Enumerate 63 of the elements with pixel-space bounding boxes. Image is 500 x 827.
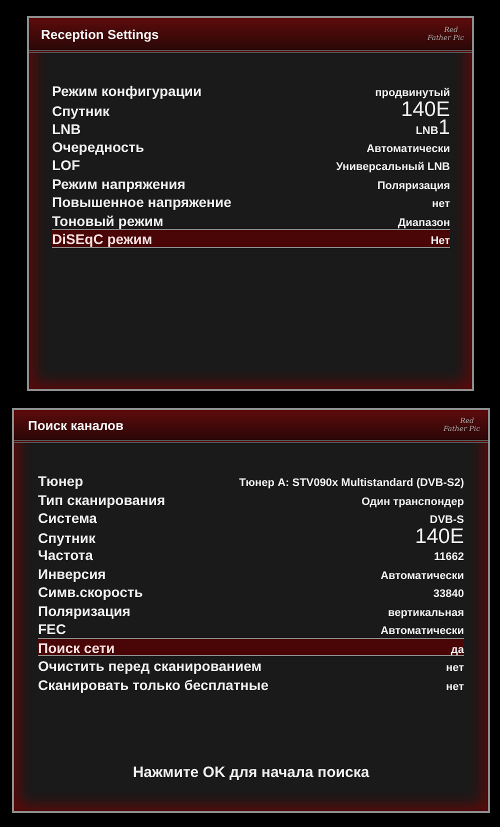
setting-value: нет [432, 197, 450, 212]
setting-label: Поляризация [38, 602, 130, 620]
setting-label: Тюнер [38, 472, 84, 490]
menu-row[interactable]: Симв.скорость 33840 [38, 582, 464, 600]
setting-value: да [450, 642, 464, 658]
setting-label: Тип сканирования [38, 490, 166, 508]
panel-title: Reception Settings [41, 26, 159, 42]
setting-value: Универсальный LNB [336, 160, 450, 175]
setting-value: Нет [430, 234, 450, 249]
menu-row[interactable]: Поиск сети да [38, 638, 464, 656]
setting-value: 140E [414, 528, 464, 546]
setting-label: Очередность [52, 138, 144, 156]
setting-value: 33840 [433, 587, 464, 602]
menu-row[interactable]: Тип сканирования Один транспондер [38, 490, 464, 508]
setting-value: вертикальная [388, 606, 464, 620]
menu-row[interactable]: Инверсия Автоматически [38, 564, 464, 582]
menu-row[interactable]: Тоновый режим Диапазон [52, 210, 450, 229]
panel-title: Поиск каналов [28, 418, 124, 432]
setting-value: Автоматически [380, 568, 464, 584]
menu-row[interactable]: Частота 11662 [38, 545, 464, 564]
menu-row[interactable]: Режим конфигурации продвинутый [52, 81, 450, 100]
menu-row[interactable]: Сканировать только бесплатные нет [38, 674, 464, 693]
menu-row[interactable]: Поляризация вертикальная [38, 600, 464, 619]
menu-row[interactable]: Тюнер Тюнер A: STV090x Multistandard (DVB-S2) [38, 471, 464, 490]
setting-label: Сканировать только бесплатные [38, 676, 268, 694]
setting-label: LNB [52, 120, 81, 138]
setting-value: Автоматически [366, 142, 450, 156]
setting-value: Поляризация [377, 178, 450, 194]
menu-row[interactable]: LOF Универсальный LNB [52, 155, 450, 174]
setting-label: Режим напряжения [52, 174, 186, 192]
setting-label: LOF [52, 156, 80, 174]
menu-row[interactable]: Система DVB-S [38, 508, 464, 526]
hint-text: Нажмите OK для начала поиска [132, 764, 370, 781]
setting-value: Автоматически [380, 624, 464, 639]
menu-row[interactable]: DiSEqC режим Нет [52, 229, 450, 248]
menu-row[interactable]: FEC Автоматически [38, 619, 464, 638]
setting-label: DiSEqC режим [52, 230, 152, 248]
setting-label: FEC [38, 620, 66, 638]
setting-value: нет [446, 661, 464, 676]
menu-row[interactable]: Повышенное напряжение нет [52, 192, 450, 210]
setting-label: Спутник [52, 102, 110, 120]
setting-value: Диапазон [398, 216, 450, 230]
setting-value: 11662 [434, 550, 464, 565]
setting-label: Система [38, 509, 97, 527]
setting-value: DVB-S [430, 513, 464, 528]
menu-row[interactable]: Очистить перед сканированием нет [38, 656, 464, 674]
setting-label: Поиск сети [38, 638, 115, 656]
setting-label: Очистить перед сканированием [38, 657, 262, 675]
menu-row[interactable]: Спутник 140E [52, 100, 450, 118]
setting-label: Тоновый режим [52, 212, 164, 230]
setting-value: Тюнер A: STV090x Multistandard (DVB-S2) [239, 476, 464, 491]
setting-label: Инверсия [38, 564, 106, 582]
setting-label: Спутник [38, 528, 96, 546]
setting-label: Симв.скорость [38, 583, 143, 601]
setting-value: продвинутый [375, 86, 450, 101]
setting-label: Повышенное напряжение [52, 193, 232, 211]
menu-row[interactable]: Режим напряжения Поляризация [52, 174, 450, 192]
setting-label: Частота [38, 546, 93, 564]
setting-value: Один транспондер [361, 494, 464, 510]
setting-value: нет [446, 680, 464, 694]
setting-label: Режим конфигурации [52, 82, 202, 100]
menu-row[interactable]: Спутник 140E [38, 526, 464, 545]
setting-value: 140E [400, 100, 450, 118]
